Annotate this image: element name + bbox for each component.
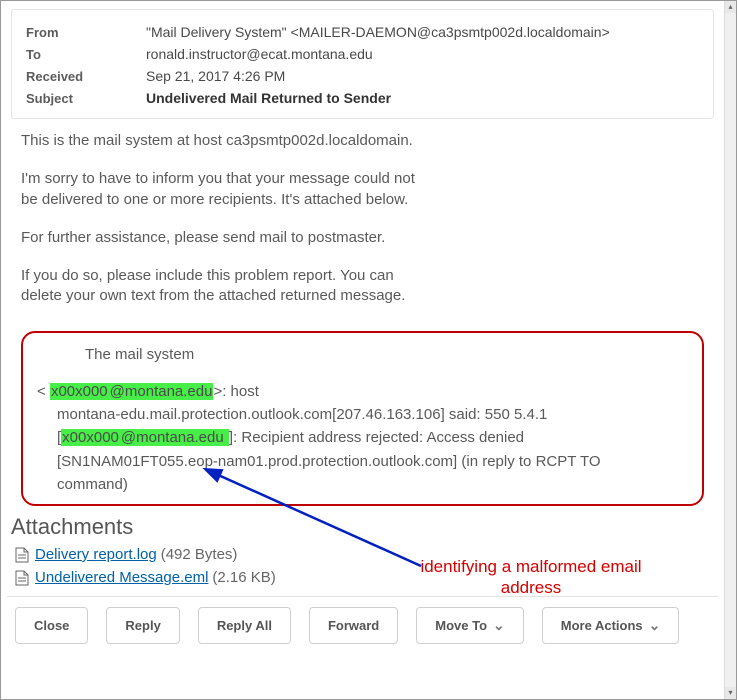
scroll-down-icon[interactable]: ▾	[725, 687, 736, 699]
reply-button[interactable]: Reply	[106, 607, 179, 644]
reply-all-button[interactable]: Reply All	[198, 607, 291, 644]
received-label: Received	[26, 69, 146, 84]
body-line: be delivered to one or more recipients. …	[21, 191, 408, 208]
scroll-content: From "Mail Delivery System" <MAILER-DAEM…	[1, 1, 724, 699]
attachment-link[interactable]: Undelivered Message.eml	[35, 569, 208, 586]
file-icon	[15, 547, 29, 563]
callout-line: < x00x000@montana.edu>: host	[37, 380, 688, 403]
email-headers: From "Mail Delivery System" <MAILER-DAEM…	[11, 9, 714, 119]
subject-value: Undelivered Mail Returned to Sender	[146, 90, 391, 106]
attachment-row: Delivery report.log (492 Bytes)	[15, 546, 710, 563]
body-paragraph: This is the mail system at host ca3psmtp…	[21, 131, 704, 151]
scroll-up-icon[interactable]: ▴	[725, 1, 736, 13]
received-value: Sep 21, 2017 4:26 PM	[146, 68, 285, 84]
attachment-size: (2.16 KB)	[212, 569, 275, 586]
from-label: From	[26, 25, 146, 40]
highlighted-address: x00x000	[61, 429, 120, 446]
body-paragraph: If you do so, please include this proble…	[21, 266, 704, 307]
chevron-down-icon: ⌄	[493, 617, 505, 634]
action-bar: Close Reply Reply All Forward Move To ⌄ …	[7, 596, 718, 658]
highlighted-address: @montana.edu	[120, 429, 229, 446]
body-paragraph: I'm sorry to have to inform you that you…	[21, 169, 704, 210]
body-line: I'm sorry to have to inform you that you…	[21, 170, 415, 187]
callout-heading: The mail system	[85, 343, 688, 366]
attachments-heading: Attachments	[11, 514, 714, 540]
text: ]: Recipient address rejected: Access de…	[229, 429, 524, 446]
to-value: ronald.instructor@ecat.montana.edu	[146, 46, 373, 62]
from-value: "Mail Delivery System" <MAILER-DAEMON@ca…	[146, 24, 610, 40]
error-callout: The mail system < x00x000@montana.edu>: …	[21, 331, 704, 507]
vertical-scrollbar[interactable]: ▴ ▾	[724, 1, 736, 699]
file-icon	[15, 570, 29, 586]
subject-label: Subject	[26, 91, 146, 106]
body-line: If you do so, please include this proble…	[21, 267, 394, 284]
text: <	[37, 383, 46, 400]
callout-line: [SN1NAM01FT055.eop-nam01.prod.protection…	[57, 450, 688, 473]
highlighted-address: x00x000	[50, 383, 109, 400]
chevron-down-icon: ⌄	[649, 617, 661, 634]
more-actions-button[interactable]: More Actions ⌄	[542, 607, 680, 644]
attachment-link[interactable]: Delivery report.log	[35, 546, 157, 563]
body-line: delete your own text from the attached r…	[21, 287, 405, 304]
callout-line: [x00x000@montana.edu ]: Recipient addres…	[57, 426, 688, 449]
forward-button[interactable]: Forward	[309, 607, 398, 644]
email-view-window: From "Mail Delivery System" <MAILER-DAEM…	[0, 0, 737, 700]
button-label: Move To	[435, 618, 487, 633]
text: >: host	[213, 383, 258, 400]
highlighted-address: @montana.edu	[109, 383, 214, 400]
close-button[interactable]: Close	[15, 607, 88, 644]
email-body: This is the mail system at host ca3psmtp…	[7, 127, 718, 329]
body-paragraph: For further assistance, please send mail…	[21, 228, 704, 248]
callout-line: command)	[57, 473, 688, 496]
attachment-size: (492 Bytes)	[161, 546, 238, 563]
move-to-button[interactable]: Move To ⌄	[416, 607, 524, 644]
button-label: More Actions	[561, 618, 643, 633]
attachment-row: Undelivered Message.eml (2.16 KB)	[15, 569, 710, 586]
callout-line: montana-edu.mail.protection.outlook.com[…	[57, 403, 688, 426]
to-label: To	[26, 47, 146, 62]
